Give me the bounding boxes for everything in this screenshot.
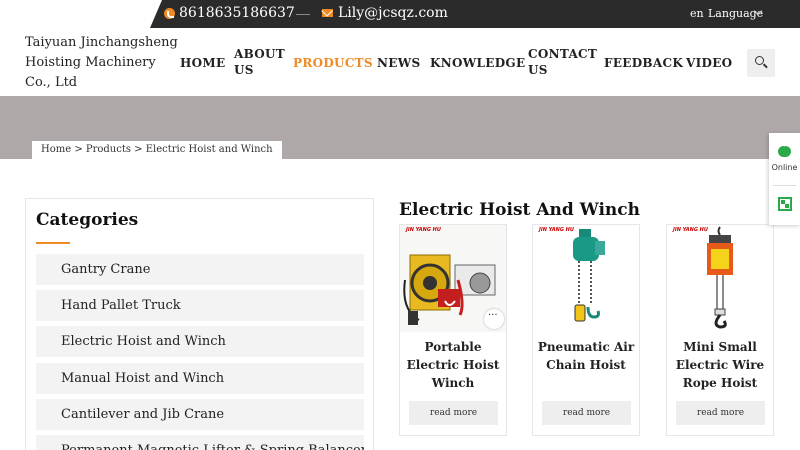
product-image[interactable]: JIN YANG HU <box>533 225 639 332</box>
product-image[interactable]: JIN YANG HU <box>667 225 773 332</box>
nav-about[interactable]: ABOUT US <box>234 46 285 78</box>
online-chat-icon[interactable] <box>778 142 791 157</box>
product-brand-mark: JIN YANG HU <box>539 227 574 233</box>
site-header: Taiyuan Jinchangsheng Hoisting Machinery… <box>0 28 800 96</box>
chat-icon[interactable] <box>484 309 504 329</box>
topbar-separator <box>296 14 310 15</box>
email-link[interactable]: Lily@jcsqz.com <box>322 5 448 21</box>
language-code[interactable]: en <box>690 7 704 20</box>
product-name[interactable]: Mini Small Electric Wire Rope Hoist <box>671 338 769 392</box>
phone-number: 8618635186637 <box>179 5 295 21</box>
phone-link[interactable]: 8618635186637 <box>164 5 295 21</box>
category-item[interactable]: Gantry Crane <box>36 254 364 285</box>
read-more-button[interactable]: read more <box>542 401 631 425</box>
search-icon-handle <box>763 63 768 69</box>
product-card[interactable]: JIN YANG HU Portable Electric Hoist Winc… <box>399 224 507 436</box>
nav-home[interactable]: HOME <box>180 55 225 71</box>
product-card[interactable]: JIN YANG HU Mini Small Electric Wire Rop… <box>666 224 774 436</box>
panel-divider <box>773 185 796 186</box>
top-bar-notch <box>0 0 150 28</box>
product-name[interactable]: Portable Electric Hoist Winch <box>404 338 502 392</box>
category-item[interactable]: Manual Hoist and Winch <box>36 363 364 394</box>
category-item[interactable]: Electric Hoist and Winch <box>36 326 364 357</box>
product-name[interactable]: Pneumatic Air Chain Hoist <box>537 338 635 374</box>
read-more-button[interactable]: read more <box>409 401 498 425</box>
mail-icon <box>322 9 333 17</box>
categories-sidebar: Categories Gantry Crane Hand Pallet Truc… <box>25 198 374 450</box>
email-address: Lily@jcsqz.com <box>338 5 448 21</box>
company-logo-text[interactable]: Taiyuan Jinchangsheng Hoisting Machinery… <box>25 33 185 93</box>
section-title: Electric Hoist And Winch <box>399 200 640 220</box>
nav-contact[interactable]: CONTACT US <box>528 46 597 78</box>
search-button[interactable] <box>747 49 775 77</box>
nav-video[interactable]: VIDEO <box>686 55 732 71</box>
read-more-button[interactable]: read more <box>676 401 765 425</box>
online-label[interactable]: Online <box>769 163 800 172</box>
nav-knowledge[interactable]: KNOWLEDGE <box>430 55 525 71</box>
top-bar-notch-slant <box>150 0 162 28</box>
product-brand-mark: JIN YANG HU <box>673 227 708 233</box>
product-brand-mark: JIN YANG HU <box>406 227 441 233</box>
nav-feedback[interactable]: FEEDBACK <box>604 55 683 71</box>
breadcrumb[interactable]: Home > Products > Electric Hoist and Win… <box>32 141 282 159</box>
floating-contact-panel: Online <box>769 133 800 225</box>
categories-title: Categories <box>36 210 139 230</box>
phone-icon <box>164 7 175 19</box>
qr-code-icon[interactable] <box>778 197 792 211</box>
category-item[interactable]: Permanent Magnetic Lifter & Spring Balan… <box>36 435 364 450</box>
category-item[interactable]: Hand Pallet Truck <box>36 290 364 321</box>
wire-rope-hoist-image <box>667 225 773 332</box>
top-bar: 8618635186637 Lily@jcsqz.com en Language <box>0 0 800 28</box>
category-item[interactable]: Cantilever and Jib Crane <box>36 399 364 430</box>
title-underline <box>36 242 70 244</box>
product-card[interactable]: JIN YANG HU Pneumatic Air Chain Hoist re… <box>532 224 640 436</box>
nav-products[interactable]: PRODUCTS <box>293 55 373 71</box>
nav-news[interactable]: NEWS <box>377 55 420 71</box>
air-chain-hoist-image <box>533 225 639 332</box>
